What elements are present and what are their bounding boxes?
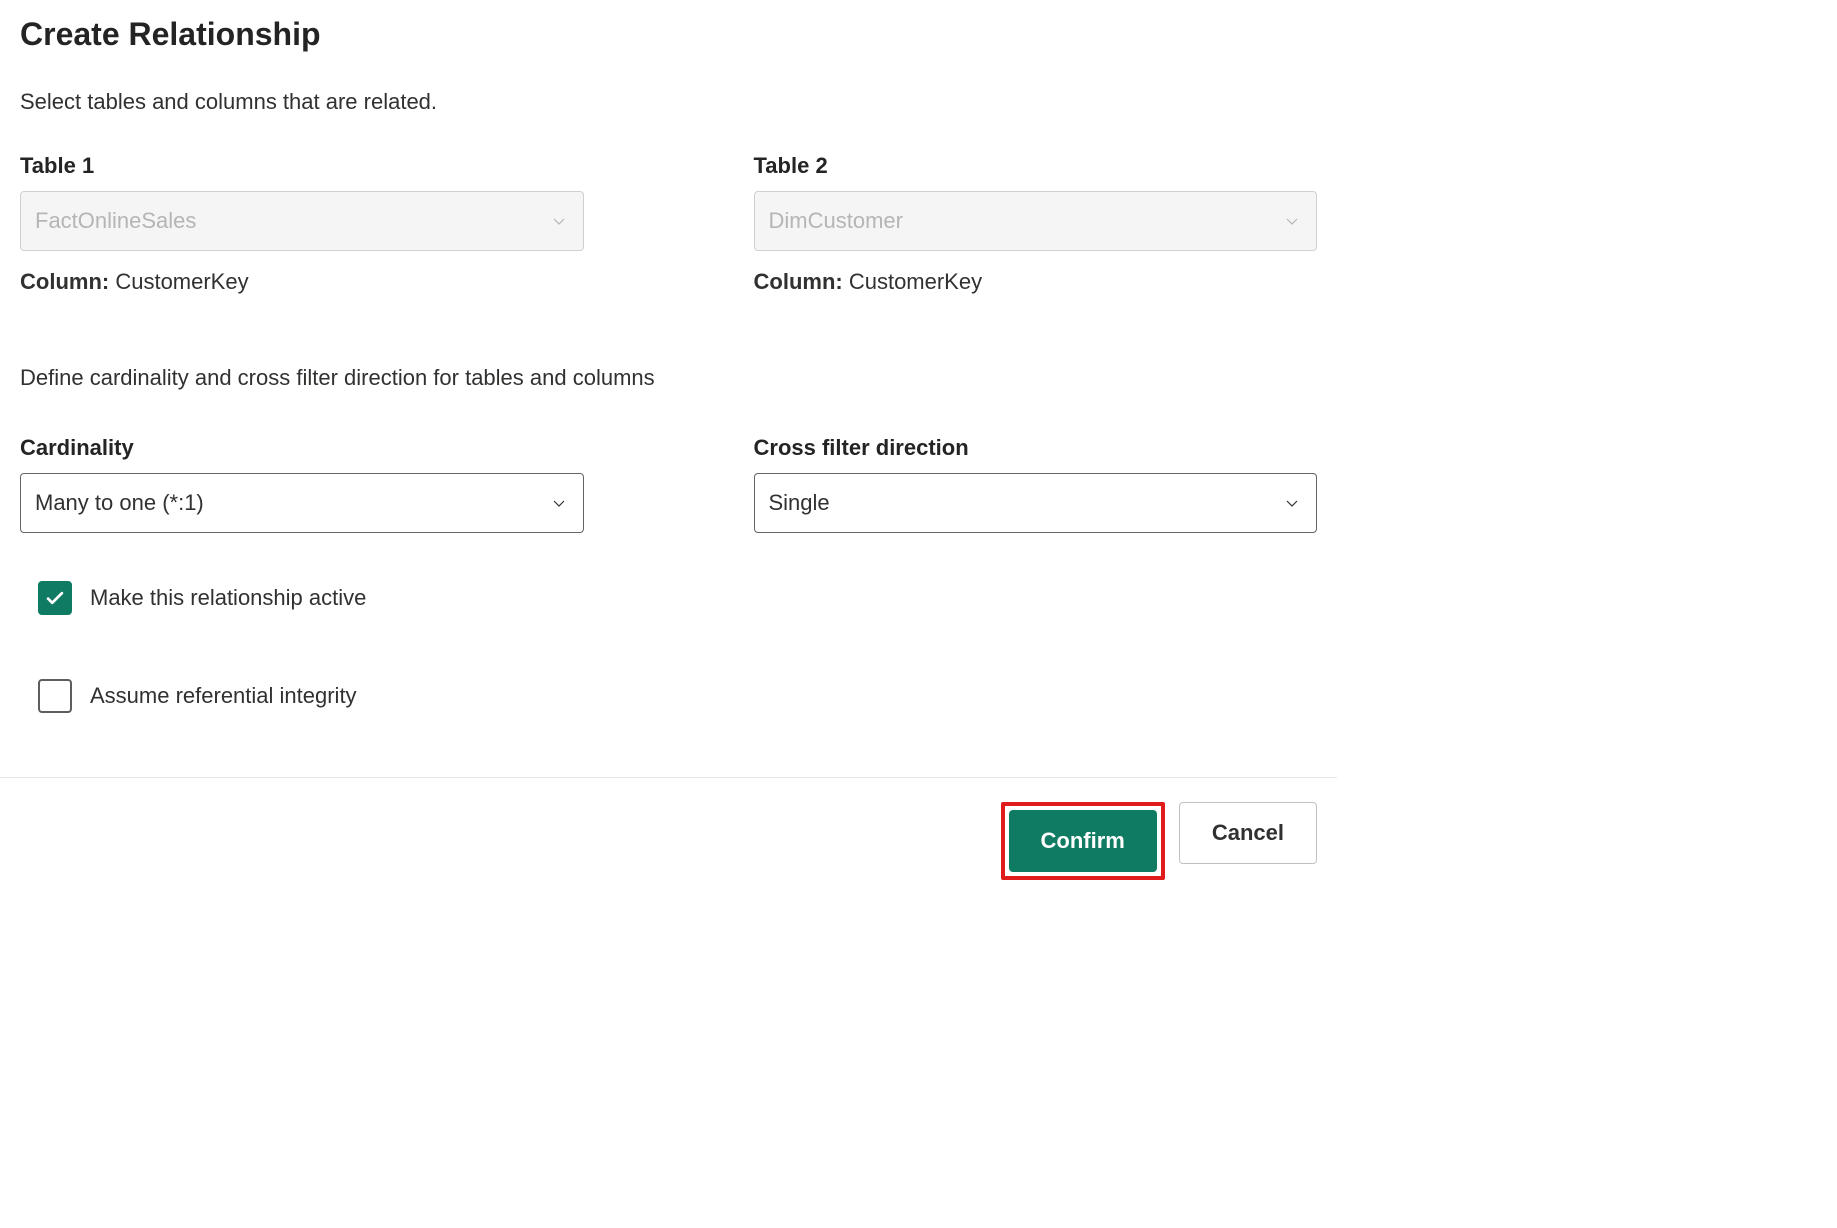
chevron-down-icon (549, 493, 569, 513)
table1-column-line: Column: CustomerKey (20, 269, 584, 295)
options-row: Cardinality Many to one (*:1) Cross filt… (20, 435, 1317, 533)
chevron-down-icon (549, 211, 569, 231)
table1-label: Table 1 (20, 153, 584, 179)
checkbox-active-label[interactable]: Make this relationship active (90, 585, 366, 611)
cardinality-label: Cardinality (20, 435, 584, 461)
table2-select[interactable]: DimCustomer (754, 191, 1318, 251)
dialog-title: Create Relationship (20, 16, 1317, 53)
chevron-down-icon (1282, 493, 1302, 513)
crossfilter-select[interactable]: Single (754, 473, 1318, 533)
cardinality-select-value: Many to one (*:1) (35, 490, 204, 516)
table1-column-label: Column: (20, 269, 109, 294)
confirm-highlight: Confirm (1001, 802, 1165, 880)
table2-block: Table 2 DimCustomer Column: CustomerKey (754, 153, 1318, 295)
cardinality-block: Cardinality Many to one (*:1) (20, 435, 584, 533)
dialog-subtitle: Select tables and columns that are relat… (20, 89, 1317, 115)
crossfilter-select-value: Single (769, 490, 830, 516)
checkbox-integrity-label[interactable]: Assume referential integrity (90, 683, 357, 709)
checkbox-active-row: Make this relationship active (38, 581, 1317, 615)
checkbox-active[interactable] (38, 581, 72, 615)
table2-column-label: Column: (754, 269, 843, 294)
table2-column-value: CustomerKey (849, 269, 982, 294)
dialog-footer: Confirm Cancel (0, 777, 1337, 904)
table1-column-value: CustomerKey (115, 269, 248, 294)
table1-select[interactable]: FactOnlineSales (20, 191, 584, 251)
table2-select-value: DimCustomer (769, 208, 903, 234)
checkbox-integrity[interactable] (38, 679, 72, 713)
cardinality-select[interactable]: Many to one (*:1) (20, 473, 584, 533)
checkbox-integrity-row: Assume referential integrity (38, 679, 1317, 713)
section-subtitle: Define cardinality and cross filter dire… (20, 365, 1317, 391)
table1-block: Table 1 FactOnlineSales Column: Customer… (20, 153, 584, 295)
confirm-button[interactable]: Confirm (1009, 810, 1157, 872)
table1-select-value: FactOnlineSales (35, 208, 196, 234)
tables-row: Table 1 FactOnlineSales Column: Customer… (20, 153, 1317, 295)
crossfilter-label: Cross filter direction (754, 435, 1318, 461)
table2-column-line: Column: CustomerKey (754, 269, 1318, 295)
table2-label: Table 2 (754, 153, 1318, 179)
cancel-button[interactable]: Cancel (1179, 802, 1317, 864)
chevron-down-icon (1282, 211, 1302, 231)
crossfilter-block: Cross filter direction Single (754, 435, 1318, 533)
